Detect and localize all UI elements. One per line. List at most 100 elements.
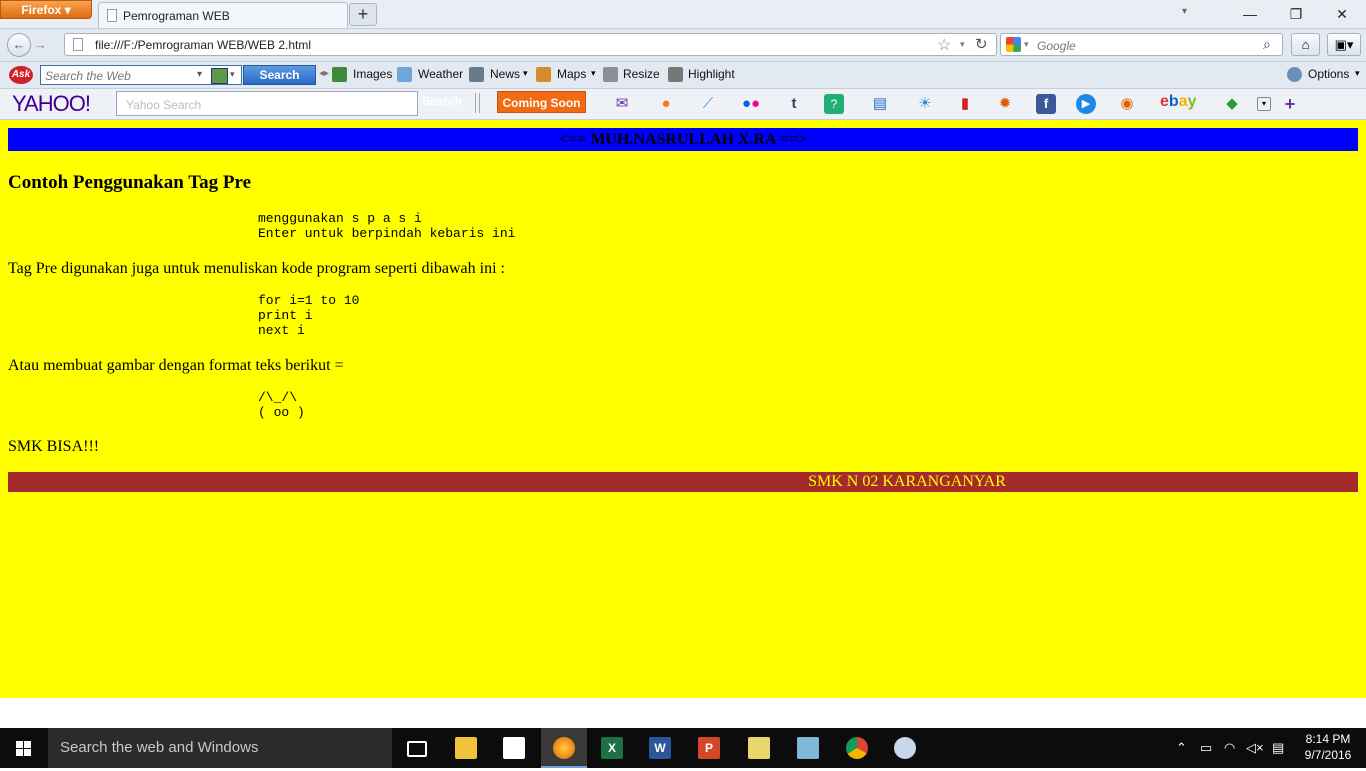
options-chevron-icon[interactable]: ▾ bbox=[1355, 68, 1360, 79]
home-button[interactable]: ⌂ bbox=[1291, 33, 1320, 56]
tab-pemrograman-web[interactable]: Pemrograman WEB bbox=[98, 2, 348, 28]
chrome-button[interactable] bbox=[834, 728, 880, 768]
volume-muted-icon[interactable]: ◁× bbox=[1246, 740, 1264, 756]
news-icon[interactable]: ▤ bbox=[870, 94, 890, 114]
title-bar: Firefox ▾ Pemrograman WEB + ▾ — ❐ ✕ bbox=[0, 0, 1366, 29]
ask-maps-link[interactable]: Maps bbox=[557, 67, 586, 81]
firefox-icon[interactable]: ◉ bbox=[1117, 94, 1137, 114]
clock-time: 8:14 PM bbox=[1305, 732, 1351, 746]
tab-list-chevron-icon[interactable]: ▾ bbox=[1182, 6, 1187, 17]
bookmark-icon[interactable]: ▮ bbox=[955, 94, 975, 114]
google-icon[interactable] bbox=[1006, 37, 1021, 52]
firefox-menu-button[interactable]: Firefox ▾ bbox=[0, 0, 92, 19]
close-button[interactable]: ✕ bbox=[1319, 0, 1365, 28]
powerpoint-button[interactable]: P bbox=[686, 728, 732, 768]
news-chevron-icon[interactable]: ▾ bbox=[523, 68, 528, 79]
coming-soon-button[interactable]: Coming Soon bbox=[497, 91, 586, 113]
addon-menu-button[interactable]: ▣▾ bbox=[1327, 33, 1361, 56]
maps-chevron-icon[interactable]: ▾ bbox=[591, 68, 596, 79]
engine-chevron-icon[interactable]: ▾ bbox=[230, 69, 235, 80]
wifi-icon[interactable]: ◠ bbox=[1224, 740, 1235, 756]
word-button[interactable]: W bbox=[637, 728, 683, 768]
ask-options-button[interactable]: Options bbox=[1308, 67, 1349, 81]
more-chevron-icon[interactable]: ▾ bbox=[1257, 97, 1271, 111]
ask-highlight-link[interactable]: Highlight bbox=[688, 67, 735, 81]
folder-icon bbox=[455, 737, 477, 759]
restore-button[interactable]: ❐ bbox=[1273, 0, 1319, 28]
resize-icon bbox=[603, 67, 618, 82]
store-button[interactable] bbox=[491, 728, 537, 768]
url-text: file:///F:/Pemrograman WEB/WEB 2.html bbox=[95, 38, 312, 52]
toolbar-resize-handle-icon[interactable]: ◂▸ bbox=[319, 68, 329, 79]
ebay-link[interactable]: ebay bbox=[1160, 93, 1196, 111]
answers-icon[interactable]: ? bbox=[824, 94, 844, 114]
firefox-taskbar-button[interactable] bbox=[541, 728, 587, 768]
mail-icon[interactable]: ✉ bbox=[612, 94, 632, 114]
finance-icon[interactable]: ⟋ bbox=[698, 94, 718, 114]
cortana-search-placeholder: Search the web and Windows bbox=[60, 739, 259, 756]
ask-images-link[interactable]: Images bbox=[353, 67, 392, 81]
task-view-icon bbox=[407, 741, 427, 757]
minimize-button[interactable]: — bbox=[1227, 0, 1273, 28]
url-dropdown-chevron-icon[interactable]: ▾ bbox=[960, 39, 965, 50]
pre-block-ascii-art: /\_/\ ( oo ) bbox=[258, 390, 305, 420]
show-hidden-icons-chevron-icon[interactable]: ⌃ bbox=[1176, 740, 1187, 756]
paragraph-smk-bisa: SMK BISA!!! bbox=[8, 438, 100, 455]
action-center-icon[interactable]: ▤ bbox=[1272, 740, 1284, 756]
ask-logo[interactable]: Ask bbox=[9, 66, 33, 84]
add-icon[interactable]: + bbox=[1280, 94, 1300, 114]
options-gear-icon bbox=[1287, 67, 1302, 82]
app-button[interactable] bbox=[736, 728, 782, 768]
ask-search-input[interactable]: Search the Web ▾ ▾ bbox=[40, 65, 242, 85]
ask-search-placeholder: Search the Web bbox=[45, 69, 131, 83]
file-explorer-button[interactable] bbox=[443, 728, 489, 768]
battery-icon[interactable]: ▭ bbox=[1200, 740, 1212, 756]
sports-icon[interactable]: ● bbox=[656, 94, 676, 114]
tumblr-icon[interactable]: t bbox=[784, 94, 804, 114]
ask-news-link[interactable]: News bbox=[490, 67, 520, 81]
yahoo-logo[interactable]: YAHOO! bbox=[12, 91, 91, 117]
pre-block-code: for i=1 to 10 print i next i bbox=[258, 293, 360, 338]
firefox-icon bbox=[553, 737, 575, 759]
url-bar[interactable]: file:///F:/Pemrograman WEB/WEB 2.html ☆ … bbox=[64, 33, 997, 56]
top-banner-text: <== MUH.NASRULLAH X.RA ==> bbox=[558, 131, 808, 148]
engine-chevron-icon[interactable]: ▾ bbox=[1024, 39, 1029, 50]
tab-title: Pemrograman WEB bbox=[123, 9, 230, 23]
task-view-button[interactable] bbox=[393, 728, 439, 768]
ask-weather-link[interactable]: Weather bbox=[418, 67, 463, 81]
facebook-icon[interactable]: f bbox=[1036, 94, 1056, 114]
reload-icon[interactable]: ↻ bbox=[975, 35, 988, 53]
play-icon[interactable]: ▶ bbox=[1076, 94, 1096, 114]
flickr-icon[interactable]: ●● bbox=[741, 94, 761, 114]
start-button[interactable] bbox=[0, 728, 48, 768]
new-tab-button[interactable]: + bbox=[349, 3, 377, 26]
cortana-search-box[interactable]: Search the web and Windows bbox=[48, 728, 392, 768]
forward-button[interactable]: → bbox=[34, 37, 47, 52]
paint-button[interactable] bbox=[882, 728, 928, 768]
weather-icon[interactable]: ☀ bbox=[915, 94, 935, 114]
tag-icon[interactable]: ◆ bbox=[1222, 94, 1242, 114]
yahoo-search-input[interactable]: Yahoo Search bbox=[116, 91, 418, 116]
navigation-bar: ← → file:///F:/Pemrograman WEB/WEB 2.htm… bbox=[0, 29, 1366, 62]
yahoo-search-button[interactable]: Search bbox=[422, 94, 462, 108]
ebay-label: ebay bbox=[1160, 93, 1197, 110]
app-button-2[interactable] bbox=[785, 728, 831, 768]
page-content: <== MUH.NASRULLAH X.RA ==> Contoh Penggu… bbox=[0, 120, 1366, 698]
search-bar[interactable]: ▾ Google ⌕ bbox=[1000, 33, 1283, 56]
ask-resize-link[interactable]: Resize bbox=[623, 67, 660, 81]
excel-button[interactable]: X bbox=[589, 728, 635, 768]
yahoo-search-placeholder: Yahoo Search bbox=[126, 98, 202, 112]
firefox-menu-label: Firefox bbox=[21, 3, 62, 17]
ask-search-button[interactable]: Search bbox=[243, 65, 316, 85]
globe-icon[interactable] bbox=[211, 68, 228, 84]
back-button[interactable]: ← bbox=[7, 33, 31, 57]
settings-gear-icon[interactable]: ✹ bbox=[995, 94, 1015, 114]
bookmark-star-icon[interactable]: ☆ bbox=[937, 35, 951, 55]
images-icon bbox=[332, 67, 347, 82]
yahoo-toolbar: YAHOO! Yahoo Search Search Coming Soon ✉… bbox=[0, 89, 1366, 120]
taskbar-clock[interactable]: 8:14 PM 9/7/2016 bbox=[1296, 731, 1360, 763]
top-banner: <== MUH.NASRULLAH X.RA ==> bbox=[8, 128, 1358, 151]
ask-toolbar: Ask Search the Web ▾ ▾ Search ◂▸ Images … bbox=[0, 62, 1366, 89]
search-icon[interactable]: ⌕ bbox=[1263, 36, 1271, 53]
dropdown-chevron-icon[interactable]: ▾ bbox=[197, 69, 202, 80]
